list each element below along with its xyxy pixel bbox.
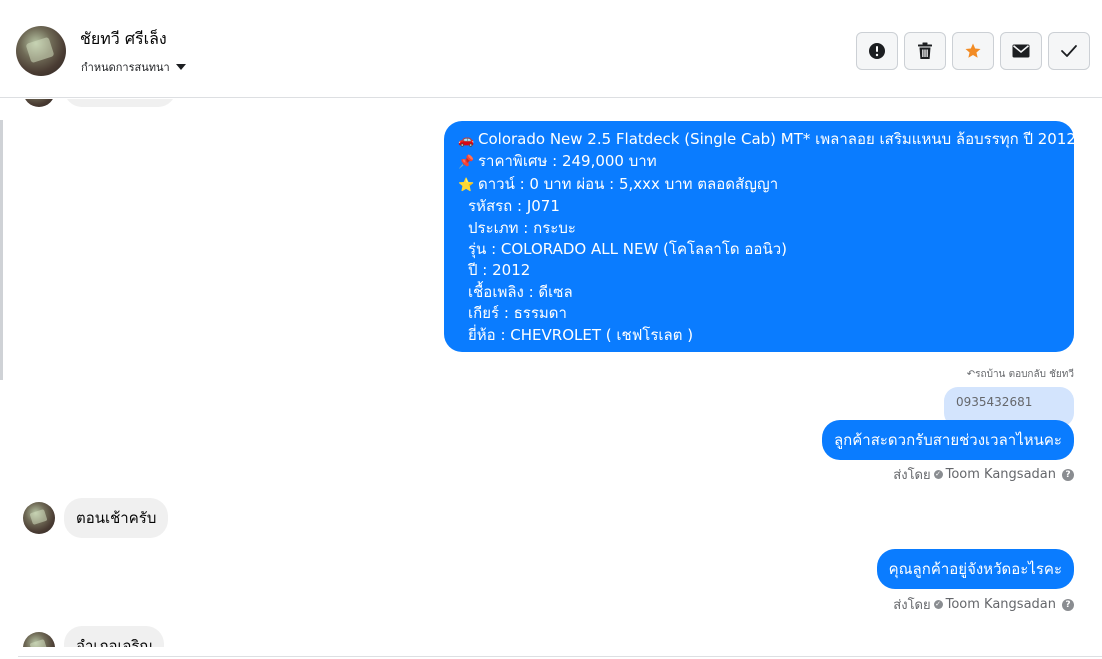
caret-down-icon (175, 64, 186, 70)
contact-avatar[interactable] (16, 26, 66, 76)
incoming-message[interactable]: ตอนเช้าครับ (64, 498, 169, 538)
star-emoji-icon: ⭐ (458, 177, 475, 193)
incoming-message-partial[interactable]: อำเภอเจริญ (64, 626, 165, 647)
exclamation-icon (869, 43, 885, 59)
listing-line: ปี : 2012 (468, 261, 531, 280)
delete-button[interactable] (904, 32, 946, 70)
sender-avatar (23, 502, 55, 534)
sender-avatar (23, 632, 55, 647)
verified-icon: ✓ (933, 470, 943, 479)
listing-line: ยี่ห้อ : CHEVROLET ( เชฟโรเลต ) (468, 325, 694, 344)
incoming-message-cut (64, 99, 176, 107)
contact-name[interactable]: ชัยทวี ศรีเล็ง (80, 27, 167, 52)
sent-by-line: ส่งโดย ✓ Toom Kangsadan ? (893, 594, 1074, 615)
listing-line: เกียร์ : ธรรมดา (468, 304, 567, 323)
listing-line: ⭐ ดาวน์ : 0 บาท ผ่อน : 5,xxx บาท ตลอดสัญญ… (458, 174, 1062, 196)
mark-unread-button[interactable] (1000, 32, 1042, 70)
help-icon[interactable]: ? (1062, 598, 1074, 611)
sent-by-prefix: ส่งโดย (893, 468, 931, 483)
star-icon (965, 43, 981, 58)
assign-conversation-dropdown[interactable]: กำหนดการสนทนา (81, 58, 186, 76)
trash-icon (918, 42, 932, 59)
mark-done-button[interactable] (1048, 32, 1090, 70)
outgoing-message[interactable]: ลูกค้าสะดวกรับสายช่วงเวลาไหนคะ (821, 420, 1074, 460)
listing-line: เชื้อเพลิง : ดีเซล (468, 282, 573, 301)
pushpin-icon: 📌 (458, 155, 475, 171)
conversation-toolbar (856, 32, 1090, 70)
sent-by-line: ส่งโดย ✓ Toom Kangsadan ? (893, 464, 1074, 485)
conversation-header: ชัยทวี ศรีเล็ง กำหนดการสนทนา (0, 0, 1102, 98)
verified-icon: ✓ (933, 600, 943, 609)
checkmark-icon (1061, 45, 1077, 57)
report-button[interactable] (856, 32, 898, 70)
outgoing-message[interactable]: คุณลูกค้าอยู่จังหวัดอะไรคะ (876, 549, 1074, 589)
listing-line: ประเภท : กระบะ (468, 218, 576, 237)
listing-line: 🚗 Colorado New 2.5 Flatdeck (Single Cab) … (458, 129, 1076, 151)
car-icon: 🚗 (458, 133, 475, 148)
envelope-icon (1012, 44, 1030, 58)
sent-by-prefix: ส่งโดย (893, 598, 931, 613)
composer-divider (18, 656, 1102, 657)
star-button[interactable] (952, 32, 994, 70)
reply-context-label: ↶รถบ้าน ตอบกลับ ชัยทวี (966, 369, 1074, 380)
reply-arrow-icon: ↶ (966, 369, 976, 380)
assign-label: กำหนดการสนทนา (81, 61, 170, 74)
listing-line: รุ่น : COLORADO ALL NEW (โคโลลาโด ออนิว) (468, 240, 787, 259)
listing-line: 📌 ราคาพิเศษ : 249,000 บาท (458, 151, 1062, 173)
sent-by-agent: Toom Kangsadan (945, 467, 1056, 482)
help-icon[interactable]: ? (1062, 468, 1074, 481)
sender-avatar (23, 99, 55, 107)
sent-by-agent: Toom Kangsadan (945, 597, 1056, 612)
car-listing-message: 🚗 Colorado New 2.5 Flatdeck (Single Cab) … (444, 121, 1076, 352)
message-thread: 🚗 Colorado New 2.5 Flatdeck (Single Cab) … (0, 99, 1102, 647)
listing-line: รหัสรถ : J071 (468, 197, 560, 216)
